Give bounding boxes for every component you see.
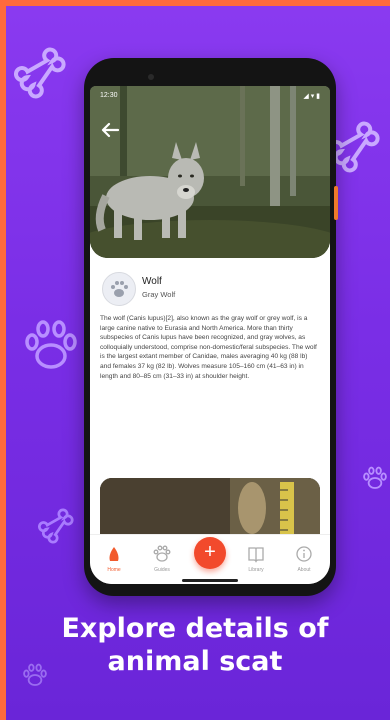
paw-icon (363, 466, 387, 489)
home-indicator (182, 579, 238, 582)
add-button[interactable]: + (194, 537, 226, 569)
animal-name: Wolf (142, 276, 162, 287)
bone-icon (38, 508, 74, 544)
paw-print-icon (111, 281, 128, 297)
wolf-image (90, 86, 330, 258)
wolf-photo: 12:30 ◢ ▾ ▮ (90, 86, 330, 258)
animal-header: Wolf Gray Wolf (102, 272, 318, 308)
animal-description: The wolf (Canis lupus)[2], also known as… (100, 315, 317, 380)
animal-avatar (102, 272, 136, 306)
promo-caption-line2: animal scat (107, 646, 283, 677)
home-icon (109, 547, 119, 561)
app-store-screenshot: 12:30 ◢ ▾ ▮ Wolf Gray Wolf The wolf (Can… (0, 0, 390, 720)
nav-library-label: Library (248, 567, 264, 573)
nav-home-label: Home (107, 567, 121, 573)
status-bar: 12:30 ◢ ▾ ▮ (100, 92, 320, 104)
bone-icon (328, 121, 380, 173)
nav-about[interactable]: About (284, 543, 324, 577)
info-icon (296, 546, 312, 562)
nav-home[interactable]: Home (94, 543, 134, 577)
promo-caption-line1: Explore details of (61, 613, 329, 644)
nav-about-label: About (297, 567, 311, 573)
status-time: 12:30 (100, 92, 118, 99)
nav-guides-label: Guides (154, 567, 170, 573)
phone-side-button (334, 186, 338, 220)
book-icon (248, 547, 264, 563)
front-camera (148, 74, 154, 80)
promo-caption: Explore details of animal scat (0, 612, 390, 678)
nav-guides[interactable]: Guides (142, 543, 182, 577)
phone-screen: 12:30 ◢ ▾ ▮ Wolf Gray Wolf The wolf (Can… (90, 86, 330, 584)
animal-common-name: Gray Wolf (142, 290, 176, 299)
back-arrow-icon[interactable] (98, 118, 122, 142)
paw-icon (153, 545, 171, 562)
bone-icon (14, 47, 66, 99)
status-icons: ◢ ▾ ▮ (303, 93, 320, 100)
nav-library[interactable]: Library (236, 543, 276, 577)
paw-icon (25, 320, 77, 369)
bottom-navigation: Home Guides + Library About (90, 534, 330, 584)
plus-icon: + (204, 541, 216, 563)
